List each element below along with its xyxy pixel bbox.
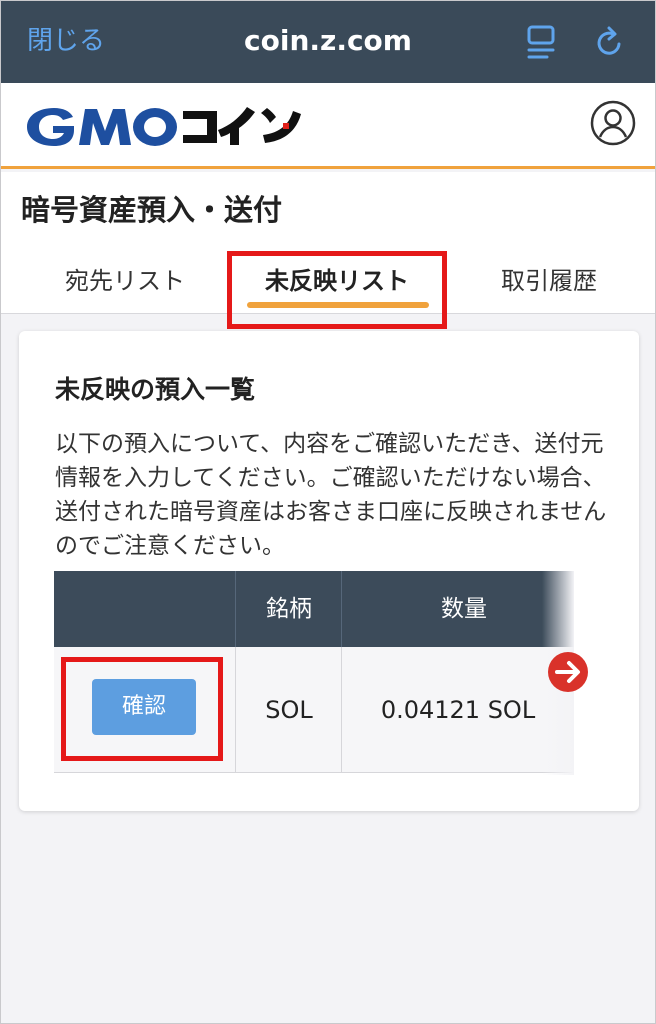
card-title: 未反映の預入一覧 — [55, 375, 256, 404]
url-text[interactable]: coin.z.com — [244, 24, 412, 57]
highlight-box-confirm — [61, 657, 223, 761]
close-button[interactable]: 閉じる — [27, 23, 105, 59]
highlight-box-tab — [227, 251, 447, 329]
tab-transaction-history[interactable]: 取引履歴 — [501, 264, 597, 298]
arrow-right-icon[interactable] — [547, 651, 589, 693]
column-header-quantity: 数量 — [441, 596, 487, 622]
card-description: 以下の預入について、内容をご確認いただき、送付元情報を入力してください。ご確認い… — [55, 431, 607, 559]
user-icon[interactable] — [589, 99, 637, 147]
column-header-symbol: 銘柄 — [266, 596, 312, 622]
page-title: 暗号資産預入・送付 — [21, 193, 283, 227]
tab-address-list[interactable]: 宛先リスト — [65, 264, 185, 298]
cell-quantity: 0.04121 SOL — [380, 696, 536, 724]
cell-symbol: SOL — [265, 696, 313, 724]
browser-toolbar: 閉じる coin.z.com — [1, 1, 655, 83]
gmo-coin-logo[interactable] — [21, 99, 301, 155]
reload-icon[interactable] — [593, 23, 627, 61]
site-header — [1, 83, 655, 169]
reader-icon[interactable] — [525, 23, 559, 61]
